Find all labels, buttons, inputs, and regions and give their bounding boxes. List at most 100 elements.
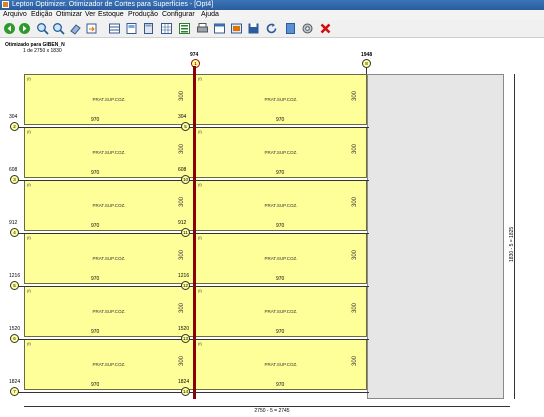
piece-mark: (f) <box>27 235 31 240</box>
grid-icon[interactable] <box>160 22 173 35</box>
menu-ajuda[interactable]: Ajuda <box>201 10 219 20</box>
piece-height: 300 <box>351 196 358 208</box>
piece-mark: (f) <box>198 76 202 81</box>
piece-mark: (f) <box>198 288 202 293</box>
piece-height: 300 <box>351 90 358 102</box>
row-marker[interactable]: 5 <box>10 281 19 290</box>
refresh-icon[interactable] <box>265 22 278 35</box>
piece-height: 300 <box>351 302 358 314</box>
mid-y-position: 304 <box>178 114 187 120</box>
piece-width-left: 970 <box>91 329 100 335</box>
piece[interactable]: (f) PRAT.SUP.COZ. 300 <box>24 74 194 125</box>
list-icon[interactable] <box>178 22 191 35</box>
menu-edicao[interactable]: Edição <box>31 10 52 20</box>
sheet-icon[interactable] <box>125 22 138 35</box>
piece-width-left: 970 <box>91 170 100 176</box>
menu-ver[interactable]: Ver <box>85 10 96 20</box>
piece-mark: (f) <box>27 288 31 293</box>
sheet-count: 1 de 2750 x 1830 <box>23 48 62 54</box>
piece-mark: (f) <box>27 129 31 134</box>
title-bar: Lepton Optimizer. Otimizador de Cortes p… <box>0 0 544 10</box>
back-icon[interactable] <box>3 22 16 35</box>
calculator-icon[interactable] <box>142 22 155 35</box>
horizontal-cut[interactable] <box>15 339 369 340</box>
app-icon <box>2 1 9 8</box>
menu-otimizar[interactable]: Otimizar <box>56 10 82 20</box>
row-marker[interactable]: 4 <box>10 228 19 237</box>
close-icon[interactable] <box>319 22 332 35</box>
row-marker[interactable]: 2 <box>10 122 19 131</box>
piece-height: 300 <box>351 143 358 155</box>
cut-marker[interactable]: 13 <box>181 334 190 343</box>
book-icon[interactable] <box>284 22 297 35</box>
piece-label: PRAT.SUP.COZ. <box>92 203 126 208</box>
forward-icon[interactable] <box>18 22 31 35</box>
horizontal-cut[interactable] <box>15 233 369 234</box>
horizontal-cut[interactable] <box>15 127 369 128</box>
cut-marker[interactable]: 5 <box>181 122 190 131</box>
row-y-position: 304 <box>9 114 18 120</box>
piece-label: PRAT.SUP.COZ. <box>264 309 298 314</box>
menu-estoque[interactable]: Estoque <box>98 10 124 20</box>
piece-height: 300 <box>351 355 358 367</box>
waste-area <box>367 74 504 399</box>
piece-label: PRAT.SUP.COZ. <box>92 362 126 367</box>
menu-arquivo[interactable]: Arquivo <box>3 10 27 20</box>
piece-label: PRAT.SUP.COZ. <box>92 256 126 261</box>
cut-marker-8[interactable]: 8 <box>362 59 371 68</box>
piece-width-right: 970 <box>276 223 285 229</box>
horizontal-cut[interactable] <box>15 180 369 181</box>
piece-width-right: 970 <box>276 170 285 176</box>
piece-mark: (f) <box>27 341 31 346</box>
piece-width-left: 970 <box>91 223 100 229</box>
piece-height: 300 <box>178 90 185 102</box>
menu-producao[interactable]: Produção <box>128 10 158 20</box>
horizontal-cut[interactable] <box>15 286 369 287</box>
piece-mark: (f) <box>198 182 202 187</box>
window-title: Lepton Optimizer. Otimizador de Cortes p… <box>12 1 214 8</box>
piece-height: 300 <box>178 143 185 155</box>
row-marker[interactable]: 7 <box>10 387 19 396</box>
piece-label: PRAT.SUP.COZ. <box>264 362 298 367</box>
piece-label: PRAT.SUP.COZ. <box>264 203 298 208</box>
bottom-dimension-line <box>24 406 510 407</box>
row-marker[interactable]: 6 <box>10 334 19 343</box>
mid-y-position: 1824 <box>178 379 190 385</box>
zoom-out-icon[interactable] <box>52 22 65 35</box>
table-icon[interactable] <box>108 22 121 35</box>
zoom-in-icon[interactable] <box>36 22 49 35</box>
report-export-icon[interactable] <box>230 22 243 35</box>
mid-y-position: 608 <box>178 167 187 173</box>
menu-bar: Arquivo Edição Otimizar Ver Estoque Prod… <box>0 10 544 20</box>
export-icon[interactable] <box>85 22 98 35</box>
settings-icon[interactable] <box>301 22 314 35</box>
cut-marker[interactable]: 14 <box>181 387 190 396</box>
top-cut-position-right: 1948 <box>361 52 373 58</box>
cut-marker[interactable]: 12 <box>181 281 190 290</box>
piece-height: 300 <box>178 302 185 314</box>
cut-marker[interactable]: 10 <box>181 175 190 184</box>
menu-configurar[interactable]: Configurar <box>162 10 195 20</box>
eraser-icon[interactable] <box>69 22 82 35</box>
horizontal-cut[interactable] <box>15 392 369 393</box>
piece[interactable]: (f) PRAT.SUP.COZ. 300 <box>24 180 194 231</box>
piece-mark: (f) <box>198 235 202 240</box>
print-icon[interactable] <box>196 22 209 35</box>
piece-height: 300 <box>178 249 185 261</box>
row-y-position: 1216 <box>9 273 21 279</box>
piece-width-right: 970 <box>276 117 285 123</box>
cut-marker[interactable]: 11 <box>181 228 190 237</box>
right-dimension: 1830 - 5 = 1825 <box>509 226 515 262</box>
piece[interactable]: (f) PRAT.SUP.COZ. 300 <box>24 127 194 178</box>
save-icon[interactable] <box>247 22 260 35</box>
piece[interactable]: (f) PRAT.SUP.COZ. 300 <box>24 339 194 390</box>
piece[interactable]: (f) PRAT.SUP.COZ. 300 <box>24 286 194 337</box>
piece-label: PRAT.SUP.COZ. <box>92 150 126 155</box>
piece-width-right: 970 <box>276 329 285 335</box>
piece-mark: (f) <box>198 129 202 134</box>
report-icon[interactable] <box>213 22 226 35</box>
piece-label: PRAT.SUP.COZ. <box>92 97 126 102</box>
piece[interactable]: (f) PRAT.SUP.COZ. 300 <box>24 233 194 284</box>
piece-mark: (f) <box>198 341 202 346</box>
row-marker[interactable]: 3 <box>10 175 19 184</box>
